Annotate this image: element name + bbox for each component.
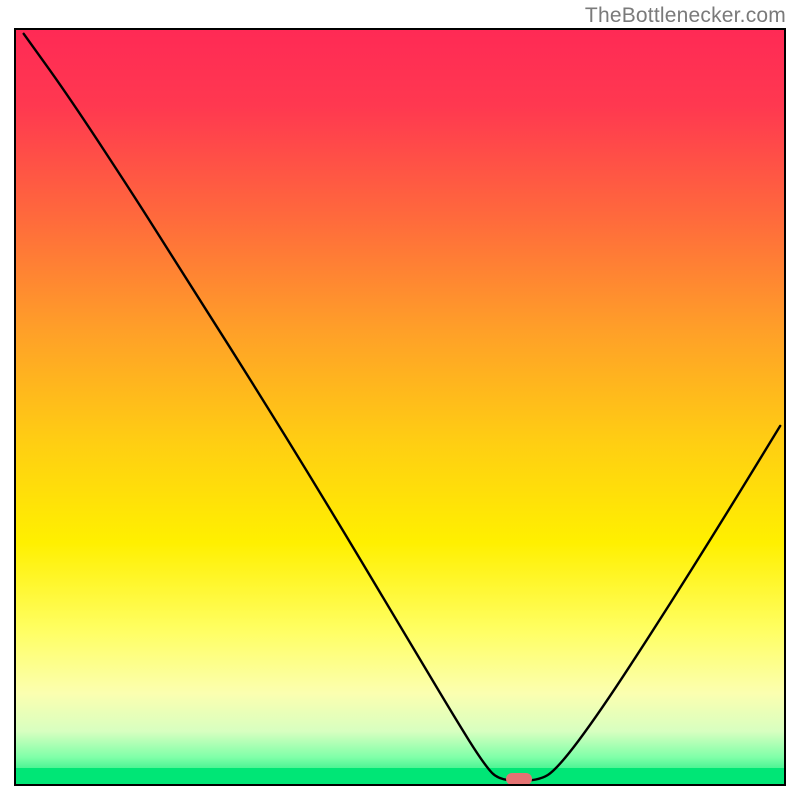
chart-curve [16, 30, 784, 784]
bottleneck-curve-path [24, 34, 781, 781]
chart-frame [14, 28, 786, 786]
watermark-text: TheBottlenecker.com [585, 4, 786, 28]
optimal-point-marker [506, 773, 532, 785]
